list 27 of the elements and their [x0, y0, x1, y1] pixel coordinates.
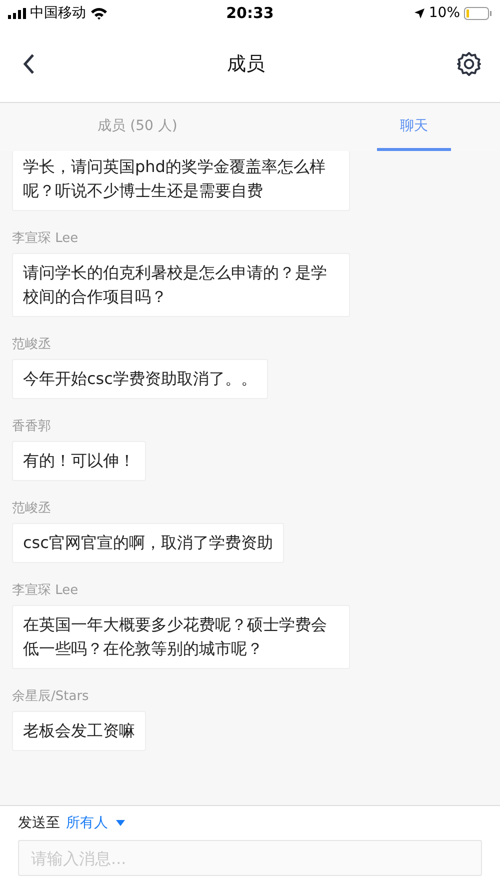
message-bubble: 今年开始csc学费资助取消了。。 — [12, 359, 268, 399]
message-bubble: 请问学长的伯克利暑校是怎么申请的？是学校间的合作项目吗？ — [12, 253, 350, 317]
send-to-label: 发送至 — [18, 814, 60, 832]
recipient-dropdown[interactable]: 所有人 — [66, 814, 125, 832]
battery-percent: 10% — [428, 5, 460, 21]
battery-icon — [464, 6, 492, 20]
message-bubble: csc官网官宣的啊，取消了学费资助 — [12, 523, 284, 563]
sender-name: 香香郭 — [12, 418, 51, 435]
sender-name: 余星辰/Stars — [12, 688, 89, 705]
sender-name: 范峻丞 — [12, 500, 51, 517]
message-bubble: 有的！可以伸！ — [12, 441, 146, 481]
location-icon — [414, 8, 425, 18]
sender-name: 李宣琛 Lee — [12, 582, 78, 599]
signal-icon — [8, 8, 26, 18]
carrier-name: 中国移动 — [30, 4, 86, 22]
message-bubble: 在英国一年大概要多少花费呢？硕士学费会低一些吗？在伦敦等别的城市呢？ — [12, 605, 350, 669]
message-bubble: 学长，请问英国phd的奖学金覆盖率怎么样呢？听说不少博士生还是需要自费 — [12, 151, 350, 211]
tab[interactable]: 成员 (50 人) — [0, 103, 275, 151]
wifi-icon — [90, 6, 108, 20]
settings-icon — [456, 51, 482, 77]
sender-name: 范峻丞 — [12, 336, 51, 353]
back-icon — [22, 53, 36, 75]
sender-name: 李宣琛 Lee — [12, 230, 78, 247]
status-time: 20:33 — [226, 4, 274, 22]
message-bubble: 老板会发工资嘛 — [12, 711, 146, 751]
caret-icon — [116, 820, 125, 826]
page-title: 成员 — [227, 52, 265, 77]
